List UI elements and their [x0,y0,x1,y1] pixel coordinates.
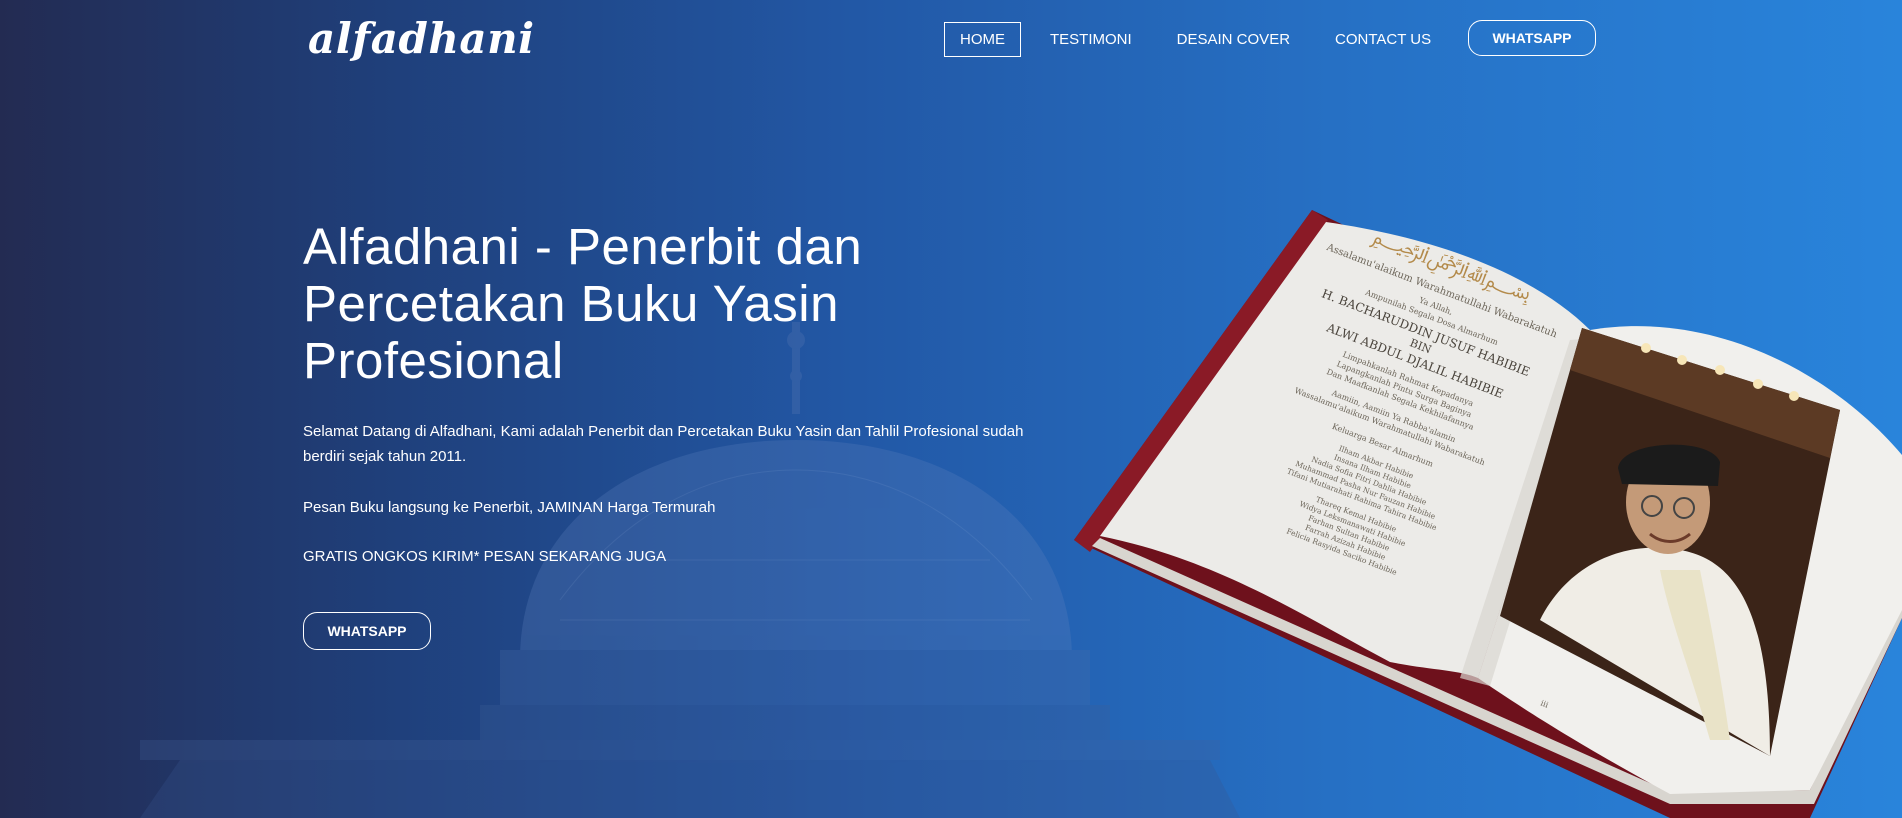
nav-contact-us[interactable]: CONTACT US [1319,22,1447,57]
main-nav: HOME TESTIMONI DESAIN COVER CONTACT US [944,21,1460,57]
nav-desain-cover[interactable]: DESAIN COVER [1161,22,1306,57]
hero-intro-text: Selamat Datang di Alfadhani, Kami adalah… [303,423,1024,465]
nav-testimoni[interactable]: TESTIMONI [1034,22,1148,57]
open-book-image: ﷽ Assalamu'alaikum Warahmatullahi Wabara… [1074,210,1902,818]
whatsapp-nav-button[interactable]: WHATSAPP [1468,20,1596,56]
hero-price-text: Pesan Buku langsung ke Penerbit, JAMINAN… [303,499,716,516]
hero-title: Alfadhani - Penerbit dan Percetakan Buku… [303,218,863,389]
brand-logo[interactable]: alfadhani [308,14,535,63]
nav-home[interactable]: HOME [944,21,1021,57]
whatsapp-hero-button[interactable]: WHATSAPP [303,612,431,650]
hero-shipping-text: GRATIS ONGKOS KIRIM* PESAN SEKARANG JUGA [303,548,667,565]
